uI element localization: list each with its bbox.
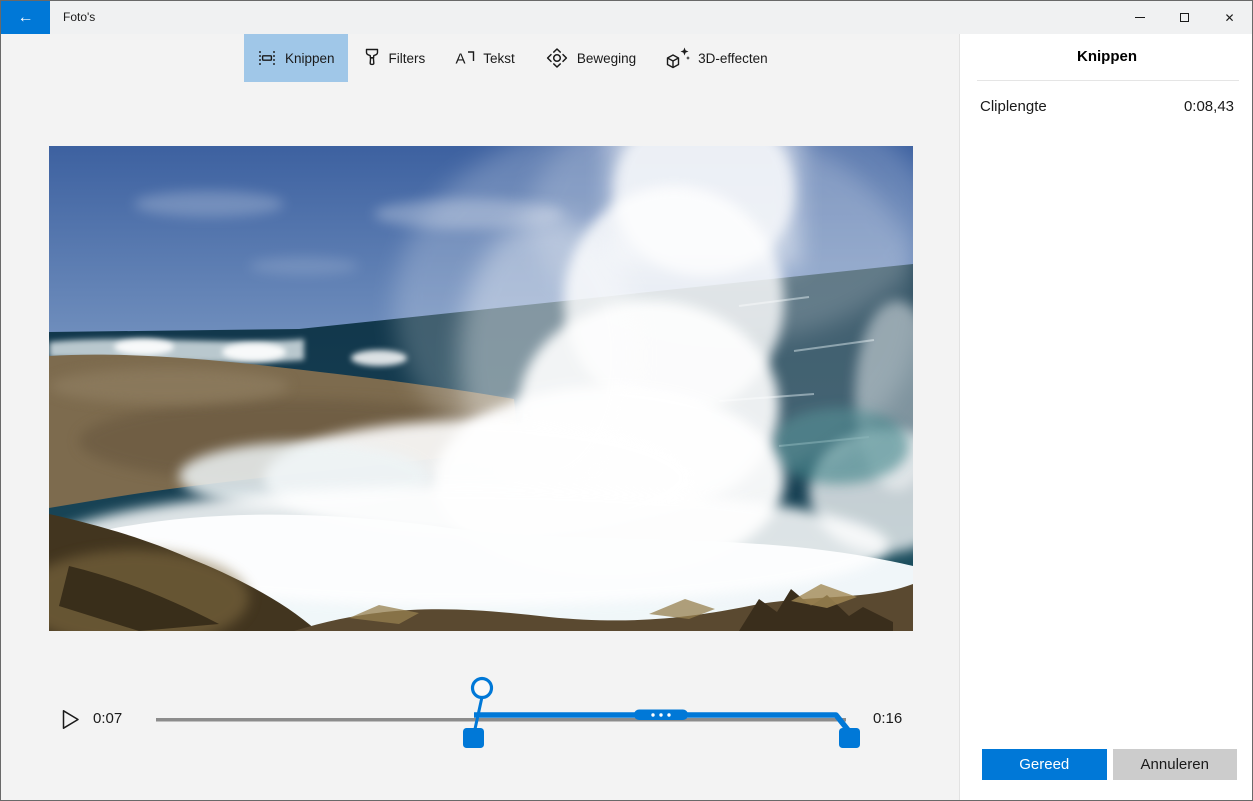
panel-buttons: Gereed Annuleren [982, 749, 1237, 780]
motion-icon [545, 48, 569, 68]
tab-label: Knippen [285, 50, 335, 66]
trim-timeline [156, 676, 860, 748]
tab-label: Beweging [576, 50, 637, 66]
trim-handle-left[interactable] [463, 728, 484, 748]
done-button[interactable]: Gereed [982, 749, 1107, 780]
trim-panel: Knippen Cliplengte 0:08,43 Gereed Annule… [959, 34, 1252, 800]
window-controls: ✕ [1117, 1, 1252, 34]
app-title: Foto's [63, 10, 96, 24]
play-icon [62, 709, 79, 729]
maximize-button[interactable] [1162, 1, 1207, 34]
end-time-label: 0:16 [873, 710, 903, 727]
video-preview[interactable] [49, 146, 913, 631]
grip-dot [659, 713, 663, 717]
tab-label: Filters [388, 50, 426, 66]
photos-app-window: ← Foto's ✕ Knippen Filters A Tekst Beweg… [0, 0, 1253, 801]
panel-title: Knippen [1077, 48, 1137, 65]
filters-icon [363, 48, 381, 68]
grip-dot [651, 713, 655, 717]
cliplength-label: Cliplengte [980, 98, 1047, 115]
close-button[interactable]: ✕ [1207, 1, 1252, 34]
close-icon: ✕ [1224, 10, 1235, 25]
trim-handle-right[interactable] [839, 728, 860, 748]
grip-dot [667, 713, 671, 717]
maximize-icon [1180, 13, 1189, 22]
minimize-icon [1134, 17, 1145, 18]
tab-filters[interactable]: Filters [348, 34, 441, 82]
3d-effects-icon [666, 47, 691, 69]
tab-knippen[interactable]: Knippen [244, 34, 348, 82]
minimize-button[interactable] [1117, 1, 1162, 34]
titlebar: ← Foto's ✕ [1, 1, 1252, 34]
play-button[interactable] [59, 705, 83, 733]
svg-text:A: A [456, 51, 466, 68]
tab-label: 3D-effecten [698, 50, 768, 66]
panel-divider [977, 80, 1239, 81]
editor-toolbar: Knippen Filters A Tekst Beweging 3D-effe… [244, 34, 783, 82]
tab-beweging[interactable]: Beweging [530, 34, 651, 82]
tab-tekst[interactable]: A Tekst [440, 34, 530, 82]
text-icon: A [455, 48, 475, 68]
tab-label: Tekst [483, 50, 515, 66]
back-arrow-icon: ← [17, 8, 34, 26]
cancel-button[interactable]: Annuleren [1112, 749, 1237, 780]
cliplength-row: Cliplengte 0:08,43 [980, 98, 1234, 115]
tab-3d-effecten[interactable]: 3D-effecten [651, 34, 783, 82]
playhead[interactable] [470, 676, 494, 700]
current-time-label: 0:07 [93, 710, 123, 727]
back-button[interactable]: ← [1, 1, 50, 34]
cliplength-value: 0:08,43 [1183, 98, 1234, 115]
trim-icon [257, 49, 277, 67]
timeline-track[interactable] [156, 718, 846, 722]
